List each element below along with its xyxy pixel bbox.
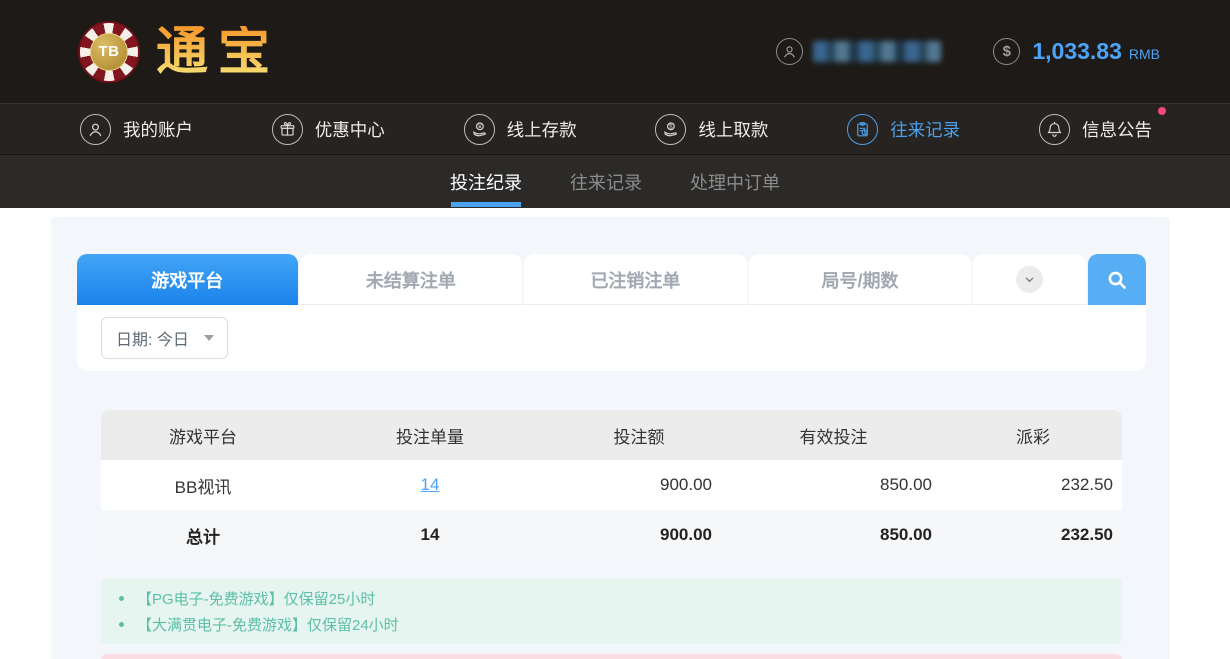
col-header-bet-amount: 投注额 <box>555 423 723 448</box>
search-button[interactable] <box>1088 254 1146 305</box>
date-select-value: 日期: 今日 <box>116 326 189 350</box>
nav-item-announcements[interactable]: 信息公告 <box>1039 114 1152 145</box>
bell-icon <box>1039 114 1070 145</box>
tab-game-platform[interactable]: 游戏平台 <box>77 254 298 305</box>
total-bet-count: 14 <box>305 525 555 545</box>
total-label: 总计 <box>101 523 305 548</box>
subnav-label: 处理中订单 <box>690 169 780 195</box>
table-header-row: 游戏平台 投注单量 投注额 有效投注 派彩 <box>101 410 1122 460</box>
subnav-item-transaction-records[interactable]: 往来记录 <box>568 155 644 208</box>
cell-platform: BB视讯 <box>101 473 305 498</box>
nav-item-transaction-records[interactable]: 往来记录 <box>847 114 960 145</box>
table-total-row: 总计 14 900.00 850.00 232.50 <box>101 510 1122 560</box>
filter-tab-row: 游戏平台 未结算注单 已注销注单 局号/期数 <box>77 254 1146 305</box>
tab-more-dropdown[interactable] <box>973 254 1086 305</box>
chip-core: TB <box>90 33 128 71</box>
sub-nav: 投注纪录 往来记录 处理中订单 <box>0 155 1230 208</box>
chevron-down-icon <box>1016 266 1043 293</box>
nav-label: 优惠中心 <box>315 117 385 142</box>
app-header: TB 通宝 $ 1,033.83 RMB <box>0 0 1230 103</box>
notice-info-box: 【PG电子-免费游戏】仅保留25小时 【大满贯电子-免费游戏】仅保留24小时 <box>101 578 1122 644</box>
tab-cancelled-bets[interactable]: 已注销注单 <box>524 254 747 305</box>
notice-line: 【大满贯电子-免费游戏】仅保留24小时 <box>101 611 1122 637</box>
nav-item-promotions[interactable]: 优惠中心 <box>272 114 385 145</box>
balance[interactable]: $ 1,033.83 RMB <box>993 38 1160 65</box>
user-icon <box>80 114 111 145</box>
col-header-valid-bets: 有效投注 <box>723 423 944 448</box>
nav-label: 信息公告 <box>1082 117 1152 142</box>
subnav-label: 往来记录 <box>570 169 642 195</box>
brand-logo[interactable]: TB 通宝 <box>78 21 280 83</box>
page: TB 通宝 $ 1,033.83 RMB <box>0 0 1230 659</box>
deposit-icon: ¥ <box>464 114 495 145</box>
poker-chip-logo-icon: TB <box>78 21 140 83</box>
cell-bet-amount: 900.00 <box>555 475 723 495</box>
total-bet-amount: 900.00 <box>555 525 723 545</box>
search-icon <box>1105 268 1129 292</box>
nav-label: 我的账户 <box>123 117 193 142</box>
cell-bet-count: 14 <box>305 475 555 495</box>
main-content: 游戏平台 未结算注单 已注销注单 局号/期数 <box>0 217 1230 659</box>
nav-item-withdraw[interactable]: $ 线上取款 <box>655 114 768 145</box>
tab-unsettled-bets[interactable]: 未结算注单 <box>300 254 523 305</box>
svg-text:$: $ <box>670 123 674 130</box>
records-icon <box>847 114 878 145</box>
maintenance-alert-box[interactable]: 【皇冠体育-游戏维护中】查看维护时间 <box>101 654 1122 659</box>
dollar-icon: $ <box>993 38 1020 65</box>
brand-name: 通宝 <box>156 26 280 78</box>
tab-round-number[interactable]: 局号/期数 <box>749 254 972 305</box>
notification-dot <box>1158 107 1166 115</box>
nav-item-my-account[interactable]: 我的账户 <box>80 114 193 145</box>
main-nav: 我的账户 优惠中心 ¥ 线上存款 <box>0 103 1230 155</box>
balance-currency: RMB <box>1129 41 1160 62</box>
notice-line: 【PG电子-免费游戏】仅保留25小时 <box>101 585 1122 611</box>
content-card: 游戏平台 未结算注单 已注销注单 局号/期数 <box>51 217 1170 659</box>
date-filter-row: 日期: 今日 <box>77 305 1146 371</box>
caret-down-icon <box>204 335 214 341</box>
balance-amount: 1,033.83 <box>1032 38 1122 65</box>
bet-count-link[interactable]: 14 <box>421 475 440 494</box>
header-right: $ 1,033.83 RMB <box>776 38 1160 65</box>
total-valid-bets: 850.00 <box>723 525 944 545</box>
table-row: BB视讯 14 900.00 850.00 232.50 <box>101 460 1122 510</box>
bullet-icon <box>119 596 124 601</box>
cell-payout: 232.50 <box>944 475 1122 495</box>
subnav-item-betting-records[interactable]: 投注纪录 <box>448 155 524 208</box>
user-icon <box>776 38 803 65</box>
nav-item-deposit[interactable]: ¥ 线上存款 <box>464 114 577 145</box>
gift-icon <box>272 114 303 145</box>
nav-label: 往来记录 <box>890 117 960 142</box>
col-header-payout: 派彩 <box>944 423 1122 448</box>
username-redacted <box>813 41 941 62</box>
col-header-platform: 游戏平台 <box>101 423 305 448</box>
nav-label: 线上取款 <box>698 117 768 142</box>
subnav-item-processing-orders[interactable]: 处理中订单 <box>688 155 782 208</box>
date-range-select[interactable]: 日期: 今日 <box>101 317 228 359</box>
results-table: 游戏平台 投注单量 投注额 有效投注 派彩 BB视讯 14 900.00 850… <box>101 410 1122 560</box>
cell-valid-bets: 850.00 <box>723 475 944 495</box>
bullet-icon <box>119 622 124 627</box>
user-account[interactable] <box>776 38 941 65</box>
subnav-label: 投注纪录 <box>450 169 522 195</box>
col-header-bet-count: 投注单量 <box>305 423 555 448</box>
active-tab-underline <box>451 202 521 207</box>
notice-text: 【大满贯电子-免费游戏】仅保留24小时 <box>137 614 399 635</box>
withdraw-icon: $ <box>655 114 686 145</box>
total-payout: 232.50 <box>944 525 1122 545</box>
svg-text:¥: ¥ <box>478 123 482 130</box>
notice-text: 【PG电子-免费游戏】仅保留25小时 <box>137 588 375 609</box>
nav-label: 线上存款 <box>507 117 577 142</box>
